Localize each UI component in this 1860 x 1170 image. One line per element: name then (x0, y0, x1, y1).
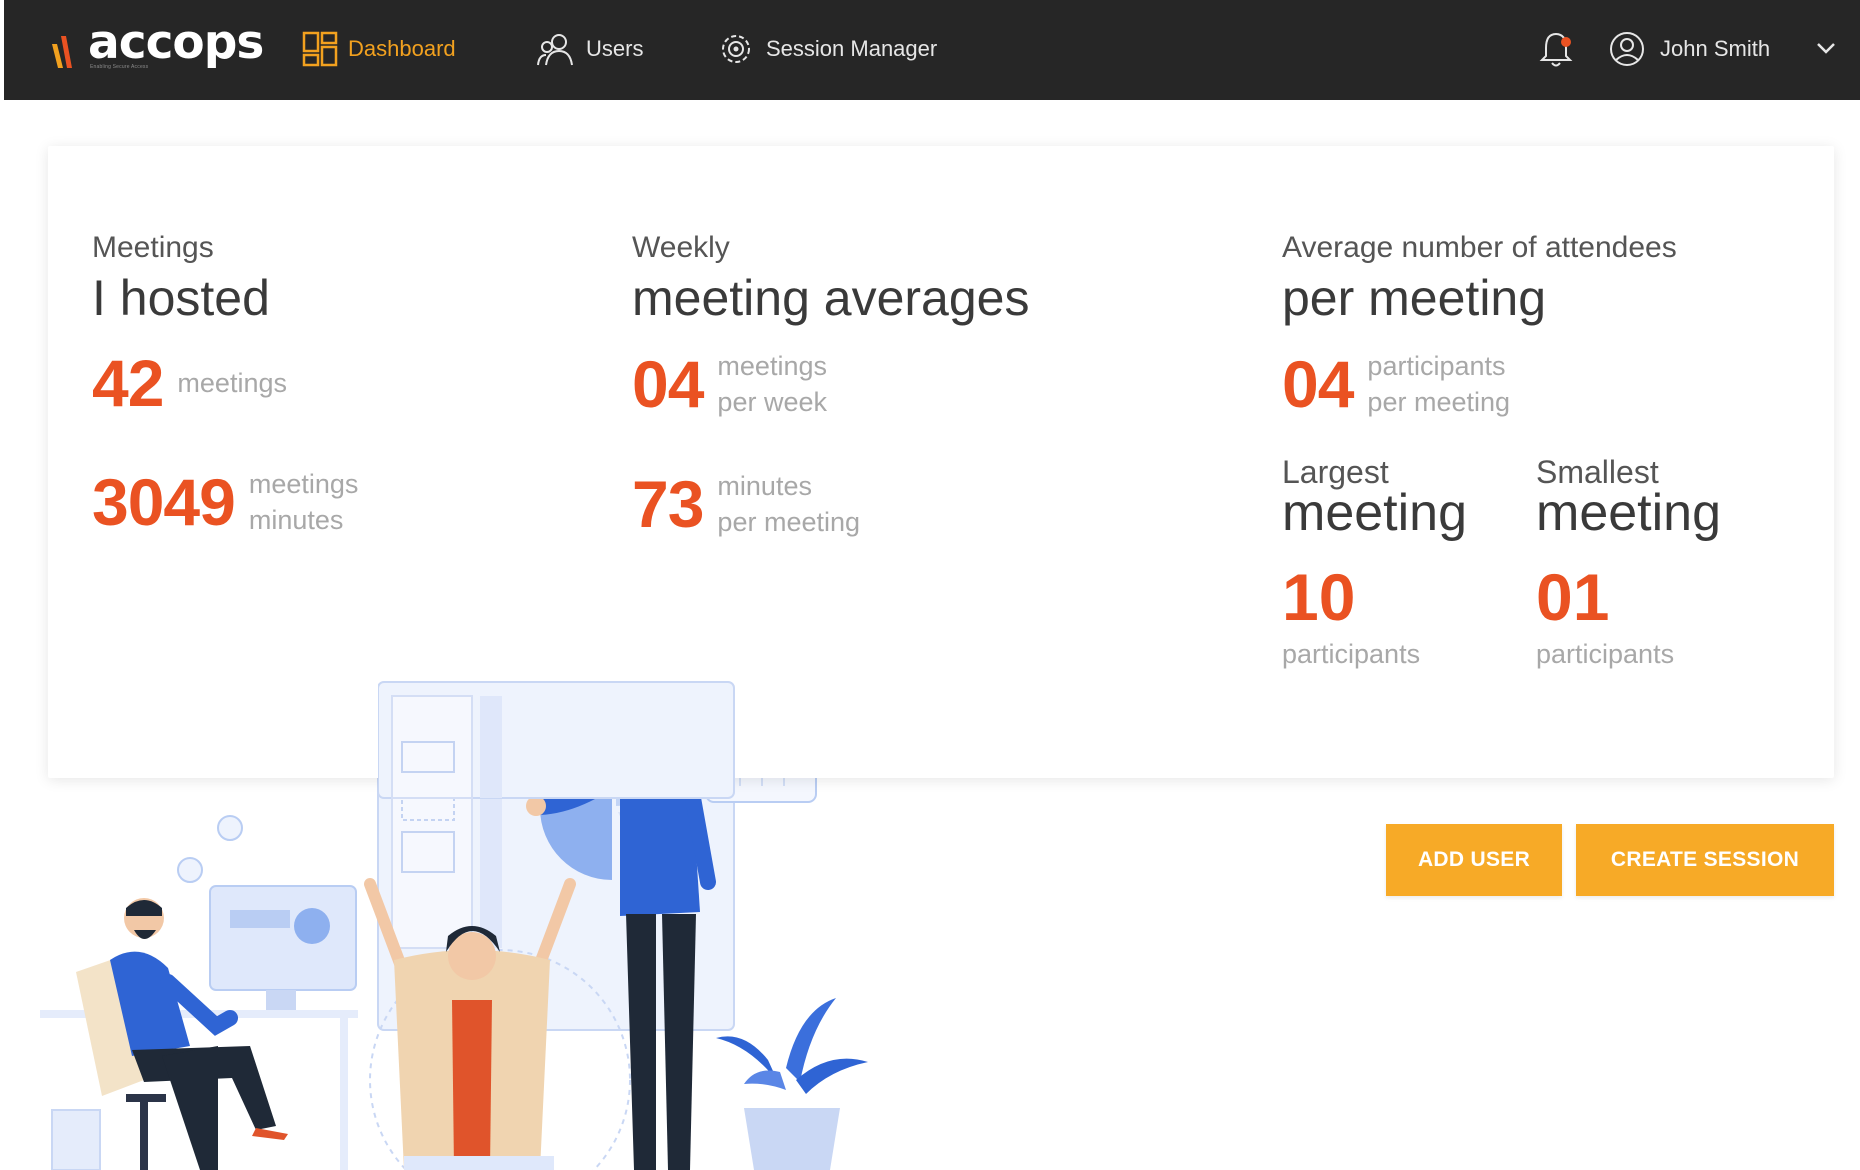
logo-text: accops (88, 15, 264, 70)
accops-logo[interactable]: accops Enabling Secure Access (50, 15, 264, 74)
weekly-headline: meeting averages (632, 270, 1030, 326)
illustration-board-top (378, 681, 735, 799)
weekly-meetings-unit: meetings per week (717, 351, 827, 417)
meeting-size-stats: Largest meeting 10 participants Smallest… (1282, 456, 1790, 670)
attendees-average-value: 04 (1282, 347, 1354, 421)
weekly-meetings-value: 04 (632, 347, 704, 421)
user-avatar-icon (1610, 32, 1644, 66)
attendees-label: Average number of attendees (1282, 231, 1677, 264)
nav-dashboard[interactable]: Dashboard (302, 26, 456, 72)
weekly-minutes-stat: 73 minutes per meeting (632, 468, 1029, 540)
nav-session-manager-label: Session Manager (766, 36, 938, 61)
create-session-button[interactable]: CREATE SESSION (1576, 824, 1834, 896)
user-name: John Smith (1660, 36, 1771, 61)
dashboard-icon (302, 31, 338, 67)
attendees-average-unit: participants per meeting (1367, 351, 1511, 417)
weekly-minutes-unit: minutes per meeting (717, 471, 861, 537)
largest-meeting-stat: Largest meeting 10 participants (1282, 456, 1536, 670)
hosted-meetings-unit: meetings (177, 368, 287, 398)
nav-dashboard-label: Dashboard (348, 36, 456, 61)
session-manager-icon (722, 35, 750, 63)
largest-unit: participants (1282, 639, 1421, 669)
hosted-headline: I hosted (92, 270, 270, 326)
nav-users[interactable]: Users (536, 26, 643, 72)
chevron-down-icon[interactable] (1814, 38, 1838, 58)
smallest-value: 01 (1536, 560, 1610, 634)
weekly-minutes-value: 73 (632, 467, 704, 541)
largest-title-big: meeting (1282, 484, 1467, 542)
hosted-meetings-stat: 42 meetings (92, 348, 358, 418)
attendees-section: Average number of attendees per meeting … (1282, 230, 1790, 670)
meeting-stats-card: Meetings I hosted 42 meetings 3049 meeti… (48, 146, 1834, 778)
hosted-meetings-value: 42 (92, 346, 164, 420)
hosted-meetings-section: Meetings I hosted 42 meetings 3049 meeti… (92, 230, 358, 538)
top-navigation-bar: accops Enabling Secure Access Dashboard … (4, 0, 1860, 100)
hosted-minutes-stat: 3049 meetings minutes (92, 466, 358, 538)
user-menu[interactable]: John Smith (1608, 28, 1770, 70)
bell-icon[interactable] (1536, 28, 1576, 70)
weekly-averages-section: Weekly meeting averages 04 meetings per … (632, 230, 1029, 540)
weekly-meetings-stat: 04 meetings per week (632, 348, 1029, 420)
attendees-headline: per meeting (1282, 270, 1547, 326)
largest-value: 10 (1282, 560, 1356, 634)
logo-mark-icon (52, 36, 72, 68)
nav-users-label: Users (586, 36, 644, 61)
nav-session-manager[interactable]: Session Manager (716, 26, 937, 72)
smallest-title-big: meeting (1536, 484, 1721, 542)
users-icon (537, 34, 573, 66)
attendees-average-stat: 04 participants per meeting (1282, 348, 1790, 420)
hosted-label: Meetings (92, 231, 214, 264)
add-user-button[interactable]: ADD USER (1386, 824, 1562, 896)
smallest-unit: participants (1536, 639, 1675, 669)
logo-tagline: Enabling Secure Access (90, 64, 149, 70)
smallest-meeting-stat: Smallest meeting 01 participants (1536, 456, 1790, 670)
hosted-minutes-value: 3049 (92, 465, 236, 539)
weekly-label: Weekly (632, 231, 730, 264)
hosted-minutes-unit: meetings minutes (248, 469, 359, 535)
